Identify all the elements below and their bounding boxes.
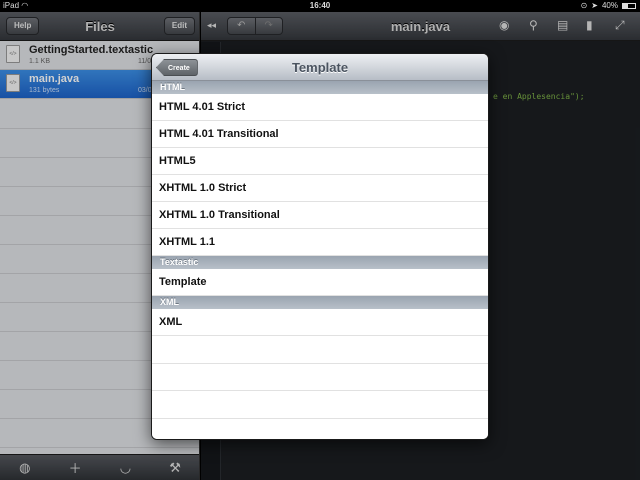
section-header-xml: XML [152,296,488,309]
template-item-html401-strict[interactable]: HTML 4.01 Strict [152,94,488,121]
template-item-xhtml10-strict[interactable]: XHTML 1.0 Strict [152,175,488,202]
empty-row [152,391,488,419]
section-header-html: HTML [152,81,488,94]
empty-row [152,363,488,391]
template-popover: Create Template HTML HTML 4.01 Strict HT… [151,53,489,440]
status-time: 16:40 [309,1,331,10]
template-item-html401-transitional[interactable]: HTML 4.01 Transitional [152,121,488,148]
status-bar: iPad ◠ 16:40 ⊙ ➤ 40% [0,0,640,12]
template-item-html5[interactable]: HTML5 [152,148,488,175]
battery-icon [622,3,636,9]
template-item-xhtml11[interactable]: XHTML 1.1 [152,229,488,256]
status-right: ⊙ ➤ 40% [581,0,636,12]
popover-navbar: Create Template [152,54,488,81]
empty-row [152,418,488,439]
battery-percent: 40% [601,1,618,10]
empty-row [152,336,488,364]
template-item-xml[interactable]: XML [152,309,488,336]
location-icon: ➤ [591,1,598,10]
template-item-template[interactable]: Template [152,269,488,296]
popover-title: Template [291,60,349,75]
template-item-xhtml10-transitional[interactable]: XHTML 1.0 Transitional [152,202,488,229]
section-header-textastic: Textastic [152,256,488,269]
lock-rotation-icon: ⊙ [580,1,588,10]
